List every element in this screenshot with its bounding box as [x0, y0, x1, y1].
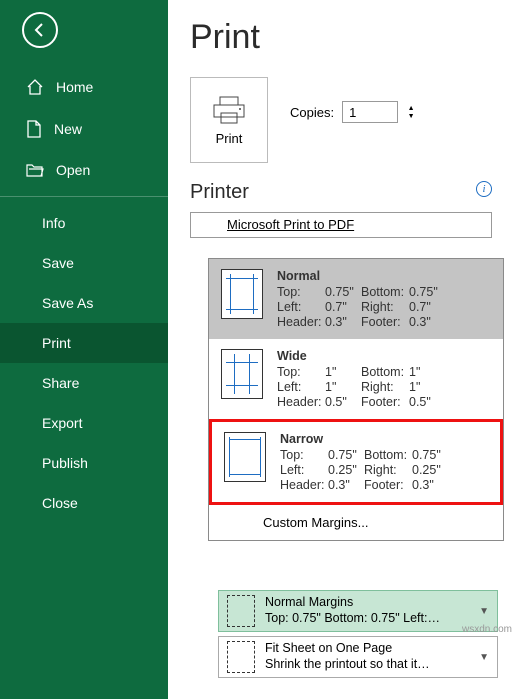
opt-title: Fit Sheet on One Page — [265, 641, 469, 657]
document-icon — [26, 120, 42, 138]
margin-name: Wide — [277, 349, 491, 363]
nav-label: Close — [42, 495, 78, 511]
printer-dropdown[interactable]: Microsoft Print to PDF — [190, 212, 492, 238]
margins-setting-dropdown[interactable]: Normal Margins Top: 0.75" Bottom: 0.75" … — [218, 590, 498, 632]
copies-label: Copies: — [290, 105, 334, 120]
margin-option-narrow[interactable]: Narrow Top:0.75" Bottom:0.75" Left:0.25"… — [209, 419, 503, 505]
home-icon — [26, 78, 44, 96]
opt-sub: Shrink the printout so that it… — [265, 657, 469, 673]
nav-print[interactable]: Print — [0, 323, 168, 363]
custom-margins-label: Custom Margins... — [263, 515, 368, 530]
nav-label: Open — [56, 162, 90, 178]
print-button-label: Print — [216, 131, 243, 146]
nav-label: Publish — [42, 455, 88, 471]
watermark-text: wsxdn.com — [462, 624, 512, 635]
nav-export[interactable]: Export — [0, 403, 168, 443]
nav-share[interactable]: Share — [0, 363, 168, 403]
margin-preview-icon — [221, 269, 263, 319]
scaling-setting-dropdown[interactable]: Fit Sheet on One Page Shrink the printou… — [218, 636, 498, 678]
page-title: Print — [190, 18, 492, 57]
nav-open[interactable]: Open — [0, 150, 168, 190]
info-icon[interactable]: i — [476, 181, 492, 197]
margin-name: Narrow — [280, 432, 488, 446]
nav-label: Save As — [42, 295, 93, 311]
margin-preview-icon — [221, 349, 263, 399]
fit-page-icon — [227, 641, 255, 673]
margins-icon — [227, 595, 255, 627]
nav-info[interactable]: Info — [0, 203, 168, 243]
nav-home[interactable]: Home — [0, 66, 168, 108]
chevron-down-icon: ▼ — [479, 606, 489, 617]
back-button[interactable] — [22, 12, 58, 48]
nav-label: New — [54, 121, 82, 137]
nav-publish[interactable]: Publish — [0, 443, 168, 483]
nav-label: Export — [42, 415, 82, 431]
nav-label: Info — [42, 215, 65, 231]
backstage-sidebar: Home New Open Info Save Save As Print Sh… — [0, 0, 168, 699]
print-button[interactable]: Print — [190, 77, 268, 163]
folder-open-icon — [26, 162, 44, 178]
copies-up[interactable]: ▲ — [406, 104, 416, 112]
settings-rows: Normal Margins Top: 0.75" Bottom: 0.75" … — [218, 590, 498, 682]
margin-option-normal[interactable]: Normal Top:0.75" Bottom:0.75" Left:0.7" … — [209, 259, 503, 339]
margins-dropdown: Normal Top:0.75" Bottom:0.75" Left:0.7" … — [208, 258, 504, 541]
arrow-left-icon — [31, 21, 49, 39]
printer-icon — [212, 95, 246, 125]
opt-sub: Top: 0.75" Bottom: 0.75" Left:… — [265, 611, 469, 627]
nav-save[interactable]: Save — [0, 243, 168, 283]
margin-name: Normal — [277, 269, 491, 283]
printer-heading: Printer — [190, 181, 492, 204]
nav-label: Home — [56, 79, 93, 95]
nav-close[interactable]: Close — [0, 483, 168, 523]
chevron-down-icon: ▼ — [479, 652, 489, 663]
sidebar-divider — [0, 196, 168, 197]
copies-down[interactable]: ▼ — [406, 112, 416, 120]
nav-label: Print — [42, 335, 71, 351]
printer-name: Microsoft Print to PDF — [227, 217, 354, 232]
nav-save-as[interactable]: Save As — [0, 283, 168, 323]
custom-margins[interactable]: Custom Margins... — [209, 505, 503, 540]
nav-label: Share — [42, 375, 79, 391]
copies-input[interactable] — [342, 101, 398, 123]
nav-new[interactable]: New — [0, 108, 168, 150]
nav-label: Save — [42, 255, 74, 271]
opt-title: Normal Margins — [265, 595, 469, 611]
copies-control: Copies: ▲ ▼ — [290, 101, 416, 123]
margin-preview-icon — [224, 432, 266, 482]
margin-option-wide[interactable]: Wide Top:1" Bottom:1" Left:1" Right:1" H… — [209, 339, 503, 419]
